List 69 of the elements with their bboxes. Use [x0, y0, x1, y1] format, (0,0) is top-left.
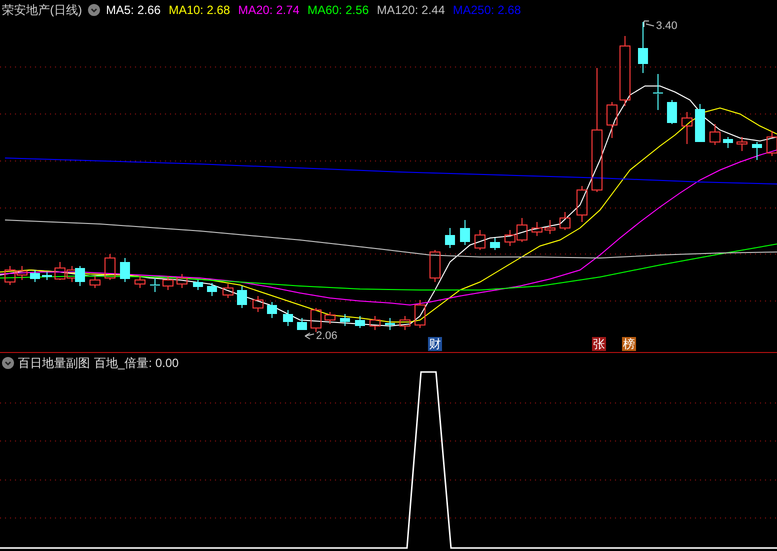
candlestick [695, 104, 705, 142]
candlestick [638, 22, 648, 74]
event-marker[interactable]: 张 [592, 337, 606, 351]
candlestick [667, 100, 677, 124]
stock-title: 荣安地产(日线) [1, 2, 82, 19]
candlestick [652, 74, 664, 110]
moving-average-label: MA5: 2.66 [106, 2, 161, 19]
candlestick [324, 312, 336, 324]
candlestick [340, 314, 350, 326]
candlestick [606, 102, 618, 138]
high-price-label: 3.40 [656, 19, 678, 34]
candlestick [576, 186, 588, 222]
candlestick [66, 266, 78, 282]
candlestick [104, 254, 116, 280]
candlestick [620, 36, 630, 106]
candlestick [490, 238, 500, 250]
candlestick [150, 278, 160, 292]
candlestick [193, 280, 203, 290]
candlestick [42, 272, 52, 280]
candlestick [355, 316, 365, 328]
candlestick [75, 266, 85, 286]
moving-average-label: MA250: 2.68 [452, 2, 521, 19]
candlestick [16, 266, 28, 280]
event-marker[interactable]: 财 [428, 337, 442, 351]
dropdown-icon[interactable] [88, 4, 100, 16]
candlestick [30, 270, 40, 282]
indicator-title: 百日地量副图 [18, 355, 90, 372]
candlestick [176, 274, 188, 288]
moving-average-label: MA20: 2.74 [238, 2, 300, 19]
event-marker[interactable]: 榜 [622, 337, 636, 351]
candlestick [207, 282, 217, 296]
candlestick [560, 212, 570, 230]
candlestick [310, 308, 322, 332]
candlestick [445, 228, 455, 248]
candlestick [430, 250, 440, 282]
candlestick [267, 302, 277, 318]
candlestick [54, 262, 66, 280]
candlestick [544, 220, 556, 234]
candlestick [710, 124, 720, 146]
candlestick [752, 142, 762, 160]
candlestick [162, 276, 174, 290]
candlestick [90, 276, 100, 288]
moving-average-label: MA10: 2.68 [168, 2, 230, 19]
candlestick [370, 316, 380, 330]
moving-average-label: MA60: 2.56 [307, 2, 369, 19]
candlestick [723, 136, 733, 148]
candlestick [222, 284, 234, 298]
candlestick [766, 130, 777, 156]
candlestick [474, 230, 486, 250]
candlestick [682, 112, 692, 144]
candlestick [385, 318, 395, 330]
candlestick [297, 318, 307, 330]
moving-average-label: MA120: 2.44 [376, 2, 445, 19]
low-pointer-icon [304, 332, 314, 340]
candlestick [134, 276, 146, 288]
candlestick [252, 296, 264, 312]
candlestick [4, 266, 16, 286]
candlestick [414, 300, 426, 328]
dropdown-icon[interactable] [2, 357, 14, 369]
candlestick [237, 286, 247, 308]
candlestick [120, 258, 130, 282]
high-pointer-icon [644, 20, 654, 28]
candlestick [400, 316, 410, 330]
low-price-label: 2.06 [316, 329, 338, 344]
candlestick [460, 220, 470, 246]
candlestick [736, 136, 748, 152]
indicator-value: 百地_倍量: 0.00 [94, 355, 179, 372]
candlestick [283, 310, 293, 326]
candlestick [532, 222, 542, 236]
